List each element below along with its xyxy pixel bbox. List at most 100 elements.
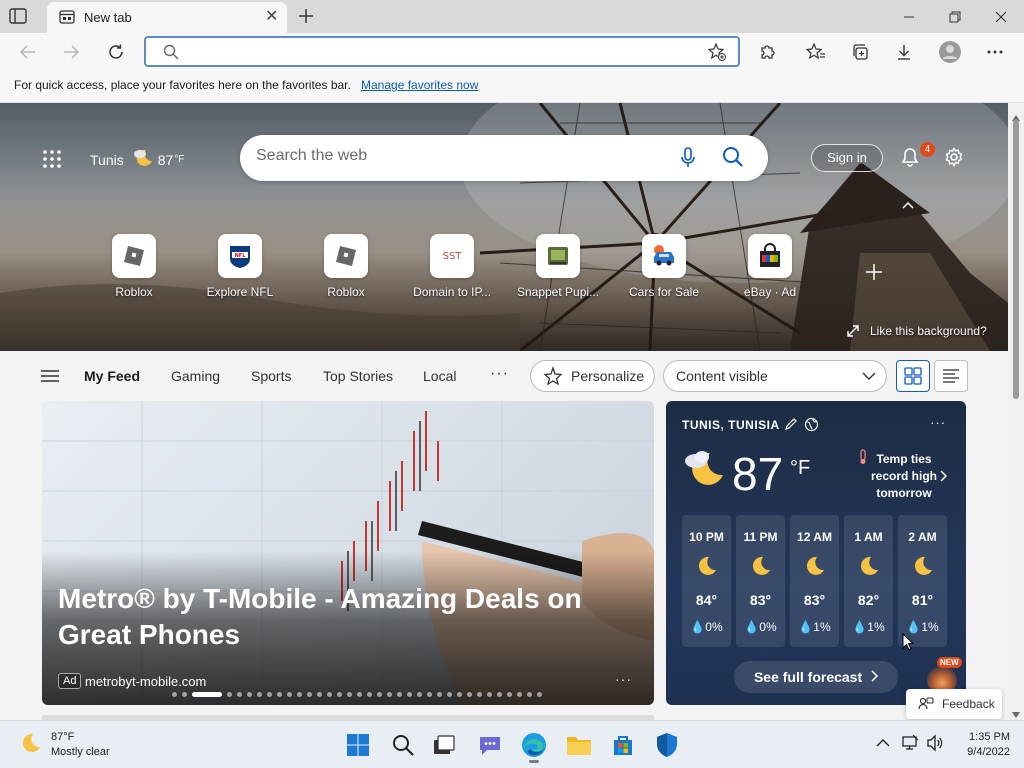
carousel-dot[interactable] (477, 692, 482, 697)
settings-more-icon[interactable] (985, 42, 1005, 62)
tab-local[interactable]: Local (423, 368, 456, 384)
tab-new-tab[interactable]: New tab ✕ (47, 2, 287, 33)
carousel-dot[interactable] (267, 692, 272, 697)
carousel-dot[interactable] (377, 692, 382, 697)
weather-more-options-button[interactable]: ··· (930, 415, 946, 430)
carousel-dot[interactable] (507, 692, 512, 697)
collapse-chevron-up-icon[interactable] (901, 197, 915, 215)
hourly-forecast-item[interactable]: 12 AM 83° 💧1% (790, 515, 839, 647)
network-icon[interactable] (901, 734, 919, 757)
quick-link-tile[interactable]: Snappet Pupi... (517, 234, 599, 299)
carousel-dot[interactable] (172, 692, 177, 697)
web-search-input[interactable] (256, 147, 656, 165)
teams-chat-icon[interactable] (476, 731, 504, 759)
downloads-icon[interactable] (894, 42, 914, 62)
add-quick-link-plus-icon[interactable] (864, 262, 884, 287)
carousel-dot[interactable] (317, 692, 322, 697)
carousel-dot[interactable] (297, 692, 302, 697)
carousel-dot[interactable] (367, 692, 372, 697)
list-view-button[interactable] (934, 360, 968, 392)
quick-link-tile[interactable]: Roblox (318, 234, 374, 299)
add-favorite-star-icon[interactable] (707, 42, 726, 66)
globe-icon[interactable] (804, 417, 819, 437)
gear-icon[interactable] (944, 147, 964, 172)
address-bar[interactable] (144, 36, 740, 67)
task-view-icon[interactable] (430, 731, 458, 759)
carousel-dot[interactable] (247, 692, 252, 697)
weather-card[interactable]: TUNIS, TUNISIA ··· 87 °F Temp ties recor… (666, 401, 966, 705)
apps-launcher-icon[interactable] (42, 149, 62, 169)
carousel-dot[interactable] (227, 692, 232, 697)
favorites-star-icon[interactable] (806, 42, 826, 62)
carousel-dot[interactable] (182, 692, 187, 697)
like-background-button[interactable]: Like this background? (846, 324, 987, 338)
ad-more-options-button[interactable]: ··· (615, 671, 632, 687)
tab-gaming[interactable]: Gaming (171, 368, 220, 384)
carousel-dot[interactable] (257, 692, 262, 697)
carousel-dot[interactable] (517, 692, 522, 697)
carousel-dot[interactable] (417, 692, 422, 697)
carousel-dot[interactable] (467, 692, 472, 697)
carousel-dot[interactable] (337, 692, 342, 697)
taskbar-weather-widget[interactable]: 87°F Mostly clear (20, 730, 110, 760)
hourly-forecast-item[interactable]: 10 PM 84° 💧0% (682, 515, 731, 647)
grid-view-button[interactable] (896, 360, 930, 392)
collections-icon[interactable] (850, 42, 870, 62)
feedback-button[interactable]: Feedback (906, 689, 1002, 719)
carousel-dot[interactable] (347, 692, 352, 697)
minimize-icon[interactable] (886, 0, 932, 33)
quick-link-tile[interactable]: NFL Explore NFL (207, 234, 273, 299)
forward-arrow-icon[interactable] (61, 42, 81, 62)
personalize-button[interactable]: Personalize (530, 360, 655, 392)
new-tab-plus-icon[interactable] (296, 5, 316, 27)
profile-avatar-icon[interactable] (938, 40, 962, 64)
extensions-puzzle-icon[interactable] (757, 42, 777, 62)
tab-top-stories[interactable]: Top Stories (323, 368, 393, 384)
search-icon[interactable] (722, 146, 744, 173)
carousel-dot[interactable] (487, 692, 492, 697)
tab-my-feed[interactable]: My Feed (84, 368, 140, 384)
manage-favorites-link[interactable]: Manage favorites now (361, 78, 478, 92)
carousel-dot[interactable] (427, 692, 432, 697)
tab-sports[interactable]: Sports (251, 368, 291, 384)
carousel-dot[interactable] (237, 692, 242, 697)
web-search-box[interactable] (240, 135, 768, 181)
carousel-dot[interactable] (457, 692, 462, 697)
tab-actions-icon[interactable] (8, 7, 28, 25)
system-clock[interactable]: 1:35 PM 9/4/2022 (956, 730, 1010, 760)
hourly-forecast-item[interactable]: 2 AM 81° 💧1% (898, 515, 947, 647)
carousel-dot[interactable] (277, 692, 282, 697)
close-window-icon[interactable] (978, 0, 1024, 33)
more-tabs-button[interactable]: ··· (490, 365, 509, 383)
back-arrow-icon[interactable] (18, 42, 38, 62)
hourly-forecast-item[interactable]: 11 PM 83° 💧0% (736, 515, 785, 647)
close-tab-icon[interactable]: ✕ (265, 9, 278, 25)
quick-link-tile[interactable]: Roblox (106, 234, 162, 299)
quick-link-tile[interactable]: Cars for Sale (629, 234, 699, 299)
carousel-dot[interactable] (287, 692, 292, 697)
hero-weather-widget[interactable]: Tunis 87 °F (90, 147, 184, 172)
edge-browser-icon[interactable] (520, 731, 548, 763)
carousel-dot[interactable] (387, 692, 392, 697)
microphone-icon[interactable] (680, 147, 696, 174)
pencil-edit-icon[interactable] (784, 417, 798, 436)
carousel-dot[interactable] (537, 692, 542, 697)
see-full-forecast-button[interactable]: See full forecast (734, 661, 898, 693)
content-visibility-dropdown[interactable]: Content visible (663, 360, 887, 392)
ad-source[interactable]: metrobyt-mobile.com (85, 674, 206, 689)
carousel-dot[interactable] (527, 692, 532, 697)
show-hidden-icons-chevron-icon[interactable] (876, 735, 890, 753)
carousel-dot[interactable] (447, 692, 452, 697)
ad-card[interactable]: Metro® by T-Mobile - Amazing Deals on Gr… (42, 401, 654, 705)
microsoft-store-icon[interactable] (609, 731, 637, 759)
hamburger-menu-icon[interactable] (41, 369, 59, 388)
quick-link-tile[interactable]: eBay · Ad (742, 234, 798, 299)
carousel-dot[interactable] (437, 692, 442, 697)
page-scrollbar[interactable] (1008, 103, 1024, 720)
restore-icon[interactable] (932, 0, 978, 33)
sign-in-button[interactable]: Sign in (811, 144, 883, 172)
start-windows-icon[interactable] (344, 731, 372, 759)
carousel-dot[interactable] (407, 692, 412, 697)
weather-alert[interactable]: Temp ties record high tomorrow (864, 451, 944, 502)
hourly-forecast-item[interactable]: 1 AM 82° 💧1% (844, 515, 893, 647)
